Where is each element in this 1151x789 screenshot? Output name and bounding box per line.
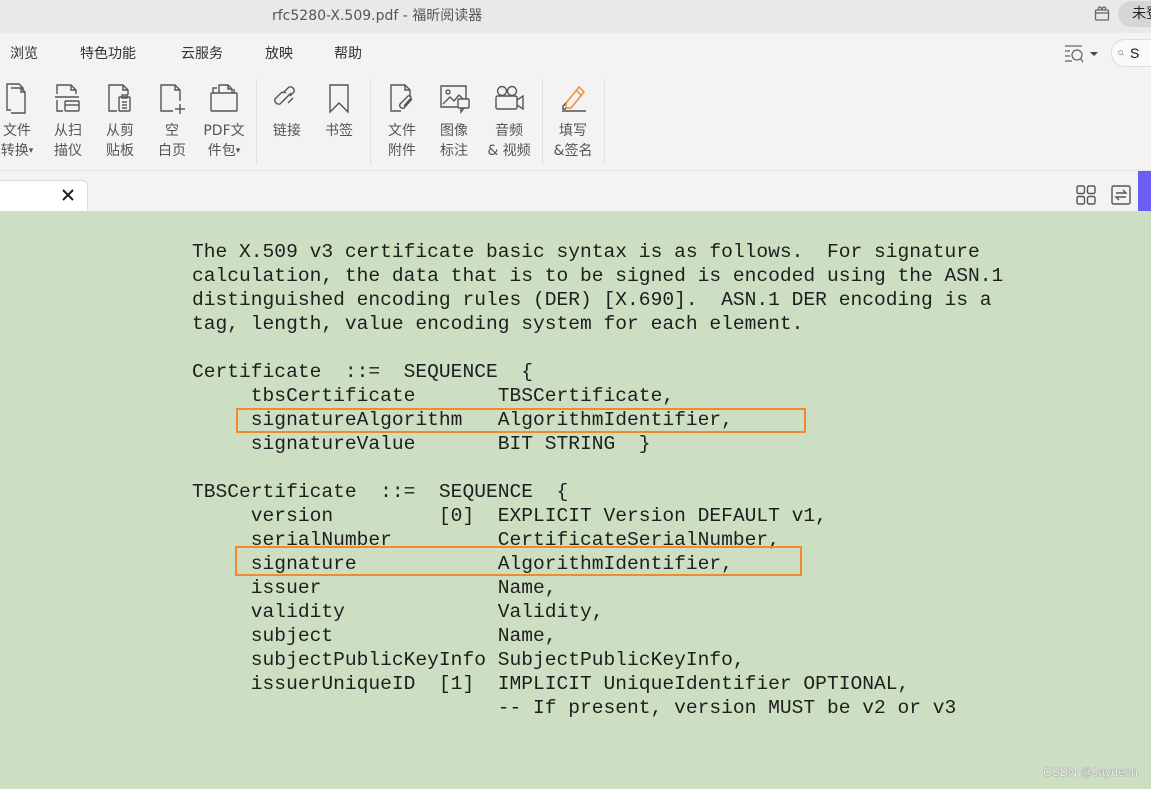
document-tab[interactable]: [0, 180, 88, 211]
pdf-portfolio-button[interactable]: PDF文件包▾: [199, 81, 249, 161]
tool-label-line1: PDF文: [203, 123, 245, 139]
tool-label-line1: 空: [165, 123, 179, 139]
ribbon-separator: [604, 79, 605, 165]
tool-label-line1: 链接: [273, 123, 301, 139]
document-view: The X.509 v3 certificate basic syntax is…: [0, 211, 1151, 789]
highlight-signature-algorithm: [236, 408, 806, 433]
tool-label-line2: 贴板: [106, 143, 134, 159]
fill-sign-icon: [562, 85, 586, 112]
link-icon: [274, 86, 295, 105]
file-attachment-button[interactable]: 文件 附件: [377, 81, 427, 161]
tool-label-line2: 件包: [207, 143, 236, 159]
tool-label-line2: &签名: [553, 143, 593, 159]
tool-label-line1: 文件: [388, 123, 416, 139]
ribbon-toolbar: 文件 转换▾ 从扫 描仪 从剪 贴板 空白页 PDF文 件包▾ 链接 书签 文件…: [0, 73, 1151, 171]
tool-label-line1: 书签: [325, 123, 353, 139]
document-text: The X.509 v3 certificate basic syntax is…: [192, 241, 1004, 719]
search-icon: [1118, 50, 1124, 56]
fill-sign-button[interactable]: 填写 &签名: [548, 81, 598, 161]
grid-view-icon[interactable]: [1076, 185, 1096, 205]
pdf-portfolio-icon: [210, 84, 238, 112]
clipboard-icon: [108, 84, 131, 112]
image-annotation-button[interactable]: 图像 标注: [429, 81, 479, 161]
tool-label-line2: 描仪: [54, 143, 82, 159]
menu-bar: 浏览 特色功能 云服务 放映 帮助: [0, 33, 1151, 73]
blank-page-button[interactable]: 空白页: [147, 81, 197, 161]
gift-icon[interactable]: [1093, 4, 1111, 22]
tool-label-line2: 白页: [158, 143, 186, 159]
scanner-icon: [55, 84, 80, 112]
ribbon-separator: [542, 79, 543, 165]
chevron-down-icon: [1090, 52, 1098, 56]
search-input[interactable]: [1130, 45, 1151, 61]
switch-view-icon[interactable]: [1111, 185, 1131, 205]
file-attachment-icon: [390, 84, 413, 112]
highlight-signature: [235, 546, 802, 576]
menu-item-browse[interactable]: 浏览: [10, 43, 38, 63]
tool-label-line1: 从剪: [106, 123, 134, 139]
tool-label-line2: 转换: [0, 143, 29, 159]
menu-item-cloud[interactable]: 云服务: [181, 43, 223, 63]
tool-label-line1: 从扫: [54, 123, 82, 139]
close-tab-icon[interactable]: [61, 188, 75, 202]
from-scanner-button[interactable]: 从扫 描仪: [43, 81, 93, 161]
search-box[interactable]: [1111, 39, 1151, 67]
ribbon-separator: [256, 79, 257, 165]
file-convert-icon: [6, 83, 26, 114]
tool-label-line1: 文件: [3, 123, 31, 139]
menu-item-slideshow[interactable]: 放映: [265, 43, 293, 63]
audio-video-icon: [495, 85, 524, 111]
login-button[interactable]: 未登录: [1118, 1, 1151, 27]
audio-video-button[interactable]: 音频 & 视频: [484, 81, 534, 161]
link-button[interactable]: 链接: [262, 81, 312, 141]
window-title: rfc5280-X.509.pdf - 福昕阅读器: [272, 8, 483, 24]
bookmark-icon: [329, 84, 349, 114]
find-options-button[interactable]: [1064, 43, 1102, 65]
tool-label-line1: 音频: [495, 123, 523, 139]
bookmark-button[interactable]: 书签: [314, 81, 364, 141]
tool-label-line2: 标注: [440, 143, 468, 159]
find-icon: [1065, 45, 1084, 63]
file-convert-button[interactable]: 文件转换▾: [0, 81, 42, 161]
dropdown-caret-icon: ▾: [28, 146, 34, 156]
tool-label-line2: 附件: [388, 143, 416, 159]
dropdown-caret-icon: ▾: [235, 146, 241, 156]
watermark: CSDN @Jaydenn: [1043, 765, 1138, 779]
tool-label-line2: & 视频: [487, 143, 531, 159]
menu-item-features[interactable]: 特色功能: [80, 43, 136, 63]
side-panel-accent: [1138, 171, 1151, 211]
title-bar: rfc5280-X.509.pdf - 福昕阅读器 未登录: [0, 0, 1151, 33]
tab-strip: [0, 171, 1151, 211]
ribbon-separator: [370, 79, 371, 165]
menu-item-help[interactable]: 帮助: [334, 43, 362, 63]
from-clipboard-button[interactable]: 从剪 贴板: [95, 81, 145, 161]
blank-page-icon: [160, 84, 185, 114]
image-annotation-icon: [440, 85, 470, 115]
tool-label-line1: 图像: [440, 123, 468, 139]
tool-label-line1: 填写: [559, 123, 587, 139]
